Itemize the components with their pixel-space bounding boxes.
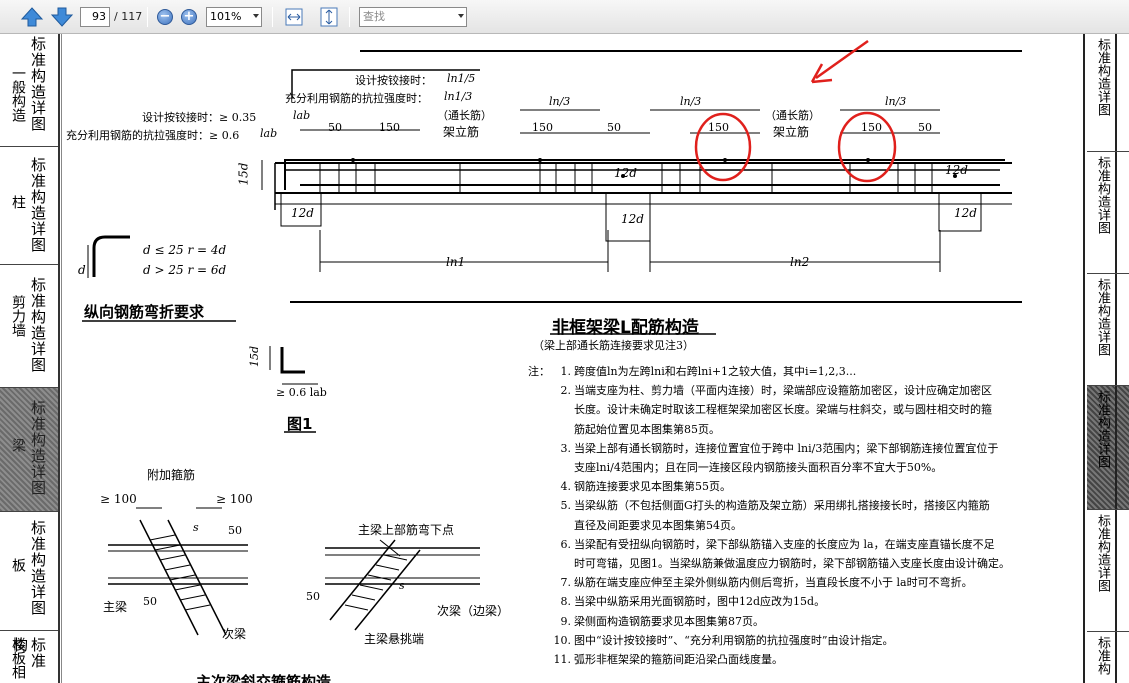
note-number: 5. (560, 499, 572, 513)
dim-50-d: 50 (228, 524, 242, 537)
dim-50-f: 50 (306, 590, 320, 603)
note-number: 1. (560, 365, 572, 378)
note-text: 支座lni/4范围内；且在同一连接区段内钢筋接头面积百分率不宜大于50%。 (574, 461, 943, 475)
dim-ln2: ln2 (790, 255, 810, 269)
bend-rule-le25: d ≤ 25 r = 4d (143, 243, 227, 257)
design-hinge-label-top: 设计按铰接时： (355, 74, 432, 87)
note-number: 10. (553, 633, 572, 647)
spacing-s-label: s (193, 521, 199, 534)
spacing-s-label-b: s (399, 579, 405, 592)
secondary-beam-label: 次梁 (222, 627, 247, 641)
note-item: 8. 当梁中纵筋采用光面钢筋时，图中12d应改为15d。 (528, 592, 1048, 611)
dim-12d-b: 12d (614, 166, 637, 180)
ln1-5-label: ln1/5 (447, 72, 476, 85)
note-text: 当端支座为柱、剪力墙（平面内连接）时，梁端部应设箍筋加密区，设计应确定加密区 (574, 384, 992, 398)
note-item: 3. 当梁上部有通长钢筋时，连接位置宜位于跨中 lni/3范围内；梁下部钢筋连接… (528, 439, 1048, 458)
main-cantilever-label: 主梁悬挑端 (364, 632, 425, 646)
note-text: 长度。设计未确定时取该工程框架梁加密区长度。梁端与柱斜交，或与圆柱相交时的箍 (574, 403, 992, 417)
note-text: 当梁配有受扭纵向钢筋时，梁下部纵筋锚入支座的长度应为 la，在端支座直锚长度不足 (574, 537, 995, 551)
dim-50-e: 50 (143, 595, 157, 608)
design-hinge-label-left: 设计按铰接时：≥ 0.35 (142, 111, 257, 124)
note-text: 时可弯锚，见图1。当梁纵筋兼做温度应力钢筋时，梁下部钢筋锚入支座长度由设计确定。 (574, 557, 1010, 571)
ln1-3-label: ln1/3 (444, 90, 473, 103)
secondary-edge-beam-label: 次梁（边梁） (437, 604, 510, 618)
ln3-label-c: ln/3 (885, 95, 907, 108)
main-drawing-title: 非框架梁L配筋构造 (552, 318, 699, 338)
main-drawing-subtitle: （梁上部通长筋连接要求见注3） (533, 339, 694, 352)
lab-label: lab (293, 109, 311, 122)
note-item: 9. 梁侧面构造钢筋要求见本图集第87页。 (528, 612, 1048, 631)
note-text: 钢筋连接要求见本图集第55页。 (574, 480, 731, 494)
full-strength-label-left: 充分利用钢筋的抗拉强度时：≥ 0.6 (66, 129, 240, 142)
note-text: 筋起始位置见本图集第85页。 (574, 422, 720, 436)
fig1-15d: 15d (248, 345, 262, 368)
dim-50-a: 50 (328, 121, 342, 134)
note-item: 2. 当端支座为柱、剪力墙（平面内连接）时，梁端部应设箍筋加密区，设计应确定加密… (528, 381, 1048, 400)
note-text: 当梁中纵筋采用光面钢筋时，图中12d应改为15d。 (574, 595, 826, 609)
erect-bar-label-2: 架立筋 (773, 125, 810, 139)
main-top-bar-bend-label: 主梁上部筋弯下点 (358, 523, 455, 537)
through-bar-label-2: （通长筋） (765, 109, 820, 122)
dim-15d: 15d (236, 162, 251, 186)
note-number: 4. (560, 480, 572, 494)
ln3-label-b: ln/3 (680, 95, 702, 108)
dim-ln1: ln1 (446, 255, 466, 269)
note-number: 6. (560, 537, 572, 551)
note-number: 9. (560, 614, 572, 628)
note-number: 8. (560, 595, 572, 609)
note-text: 跨度值ln为左跨lni和右跨lni+1之较大值，其中i=1,2,3... (574, 365, 857, 378)
note-item: 5. 当梁纵筋（不包括侧面G打头的构造筋及架立筋）采用绑扎搭接接长时，搭接区内箍… (528, 496, 1048, 515)
bend-requirement-title: 纵向钢筋弯折要求 (84, 303, 205, 321)
note-text: 梁侧面构造钢筋要求见本图集第87页。 (574, 614, 764, 628)
main-beam-label: 主梁 (103, 600, 128, 614)
note-text: 纵筋在端支座应伸至主梁外侧纵筋内侧后弯折，当直段长度不小于 la时可不弯折。 (574, 576, 973, 590)
dim-150-d: 150 (861, 121, 882, 134)
note-text: 当梁纵筋（不包括侧面G打头的构造筋及架立筋）采用绑扎搭接接长时，搭接区内箍筋 (574, 499, 990, 513)
ge100-right: ≥ 100 (216, 492, 253, 506)
dim-50-b: 50 (607, 121, 621, 134)
dim-12d-a: 12d (291, 206, 314, 220)
note-number: 11. (553, 653, 572, 667)
fig1-title: 图1 (287, 415, 313, 433)
note-item: 11. 弧形非框架梁的箍筋间距沿梁凸面线度量。 (528, 650, 1048, 669)
note-item: 10. 图中“设计按铰接时”、“充分利用钢筋的抗拉强度时”由设计指定。 (528, 631, 1048, 650)
dim-12d-c: 12d (621, 212, 644, 226)
note-item: 注： 1. 跨度值ln为左跨lni和右跨lni+1之较大值，其中i=1,2,3.… (528, 362, 1048, 381)
bend-d-label: d (78, 263, 86, 277)
ge100-left: ≥ 100 (100, 492, 137, 506)
note-item: 4. 钢筋连接要求见本图集第55页。 (528, 477, 1048, 496)
note-item: 6. 当梁配有受扭纵向钢筋时，梁下部纵筋锚入支座的长度应为 la，在端支座直锚长… (528, 535, 1048, 554)
note-item: 7. 纵筋在端支座应伸至主梁外侧纵筋内侧后弯折，当直段长度不小于 la时可不弯折… (528, 573, 1048, 592)
ln3-label-a: ln/3 (549, 95, 571, 108)
note-text: 弧形非框架梁的箍筋间距沿梁凸面线度量。 (574, 653, 783, 667)
dim-12d-e: 12d (954, 206, 977, 220)
dim-150-c: 150 (708, 121, 729, 134)
bend-rule-gt25: d > 25 r = 6d (143, 263, 227, 277)
notes-label: 注： (528, 365, 550, 378)
note-number: 7. (560, 576, 572, 590)
extra-stirrup-label: 附加箍筋 (147, 468, 196, 482)
dim-150-b: 150 (532, 121, 553, 134)
erect-bar-label-1: 架立筋 (443, 125, 480, 139)
note-text: 直径及间距要求见本图集第54页。 (574, 518, 742, 532)
note-number: 3. (560, 441, 572, 455)
note-text: 当梁上部有通长钢筋时，连接位置宜位于跨中 lni/3范围内；梁下部钢筋连接位置宜… (574, 441, 999, 455)
notes-block: 注： 1. 跨度值ln为左跨lni和右跨lni+1之较大值，其中i=1,2,3.… (528, 362, 1048, 669)
note-text: 图中“设计按铰接时”、“充分利用钢筋的抗拉强度时”由设计指定。 (574, 633, 894, 647)
dim-150-a: 150 (379, 121, 400, 134)
dim-50-c: 50 (918, 121, 932, 134)
lab-label: lab (260, 127, 278, 140)
through-bar-label-1: （通长筋） (437, 109, 492, 122)
note-number: 2. (560, 384, 572, 398)
full-strength-label-top: 充分利用钢筋的抗拉强度时： (285, 92, 428, 105)
dim-12d-d: 12d (945, 163, 968, 177)
skew-stirrup-title: 主次梁斜交箍筋构造 (196, 673, 332, 683)
fig1-06lab: ≥ 0.6 lab (276, 386, 327, 399)
